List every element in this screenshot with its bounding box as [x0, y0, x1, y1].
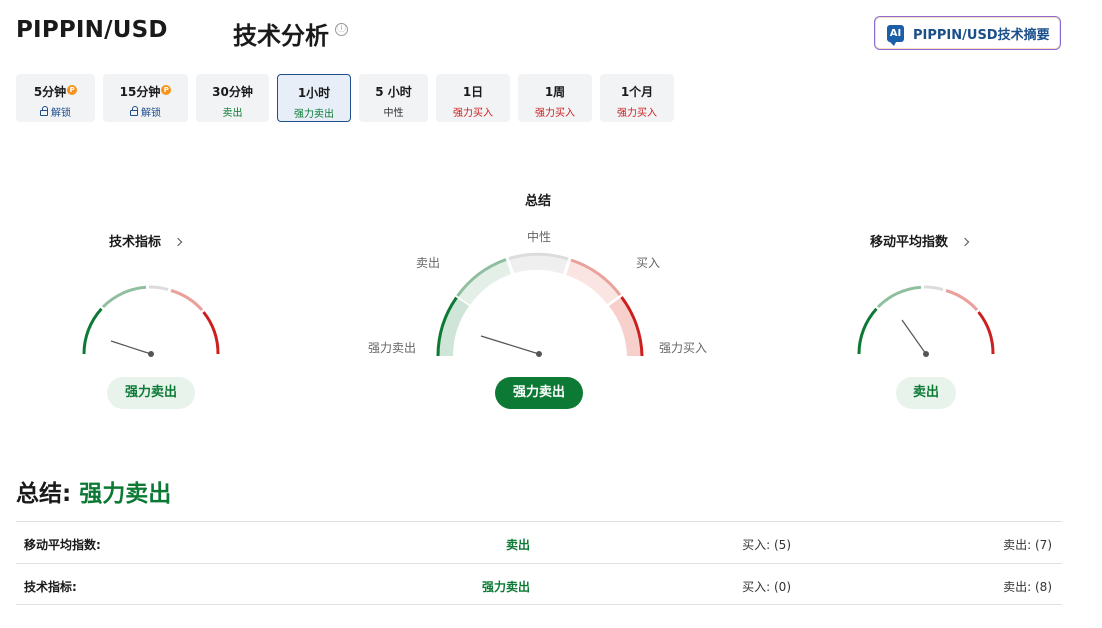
- header: PIPPIN/USD 技术分析 ⓘ AI PIPPIN/USD技术摘要: [16, 14, 1062, 54]
- summary-gauge-title: 总结: [525, 194, 552, 209]
- moving-average-gauge: [857, 285, 995, 357]
- pro-icon: P: [161, 85, 172, 95]
- tab-status: 强力买入: [617, 108, 657, 119]
- info-icon[interactable]: ⓘ: [335, 23, 348, 36]
- tab-label: 15分钟: [119, 85, 161, 99]
- tab-5hour[interactable]: 5 小时 中性: [359, 74, 428, 122]
- tab-status: 解锁: [141, 108, 161, 119]
- gauge-label-neutral: 中性: [527, 230, 552, 244]
- ai-summary-button[interactable]: AI PIPPIN/USD技术摘要: [874, 16, 1061, 50]
- summary-label: 总结:: [16, 481, 72, 507]
- technical-gauge: [82, 285, 220, 357]
- gauge-needle: [901, 319, 927, 355]
- tab-label: 1个月: [620, 85, 654, 99]
- tab-1hour[interactable]: 1小时 强力卖出: [277, 74, 351, 122]
- tab-label: 5 小时: [375, 85, 412, 99]
- tab-status: 中性: [383, 108, 404, 119]
- pair-title: PIPPIN/USD: [16, 17, 168, 43]
- needle-pivot: [148, 351, 154, 357]
- table-row: 技术指标: 强力卖出 买入: (0) 卖出: (8): [16, 563, 1062, 605]
- timeframe-tabs: 5分钟 P 解锁 15分钟 P 解锁 30分钟 卖出 1小时 强力卖出 5 小时 中…: [16, 74, 676, 122]
- moving-average-gauge-title[interactable]: 移动平均指数: [870, 231, 970, 250]
- moving-average-result-badge: 卖出: [896, 377, 956, 409]
- tab-1week[interactable]: 1周 强力买入: [518, 74, 592, 122]
- tab-status: 强力卖出: [294, 109, 334, 120]
- row-name: 技术指标:: [24, 580, 77, 594]
- tab-status: 强力买入: [453, 108, 493, 119]
- row-signal: 卖出: [505, 538, 530, 552]
- summary-value: 强力卖出: [79, 481, 172, 507]
- table-row: 移动平均指数: 卖出 买入: (5) 卖出: (7): [16, 521, 1062, 563]
- ai-summary-label: PIPPIN/USD技术摘要: [913, 27, 1050, 43]
- tab-label: 1日: [462, 85, 484, 99]
- technical-gauge-title[interactable]: 技术指标: [109, 231, 183, 250]
- tab-1month[interactable]: 1个月 强力买入: [600, 74, 674, 122]
- tab-label: 5分钟: [33, 85, 67, 99]
- tab-1day[interactable]: 1日 强力买入: [436, 74, 510, 122]
- ai-icon: AI: [887, 24, 904, 46]
- chevron-right-icon: [173, 237, 183, 247]
- gauge-label-strong-sell: 强力卖出: [368, 341, 417, 355]
- pro-icon: P: [67, 85, 78, 95]
- row-buy-count: 买入: (0): [742, 580, 791, 594]
- needle-pivot: [536, 351, 542, 357]
- row-buy-count: 买入: (5): [742, 538, 791, 552]
- row-sell-count: 卖出: (8): [1003, 580, 1052, 594]
- chevron-right-icon: [960, 237, 970, 247]
- section-title: 技术分析: [233, 22, 329, 50]
- tab-label: 30分钟: [212, 85, 253, 99]
- row-signal: 强力卖出: [481, 580, 530, 594]
- lock-icon: [130, 106, 138, 116]
- lock-icon: [40, 106, 48, 116]
- summary-heading: 总结: 强力卖出: [16, 474, 171, 508]
- gauge-needle: [480, 335, 540, 355]
- tab-status: 卖出: [222, 108, 243, 119]
- row-name: 移动平均指数:: [24, 538, 101, 552]
- tab-label: 1小时: [297, 86, 331, 100]
- summary-table: 移动平均指数: 卖出 买入: (5) 卖出: (7) 技术指标: 强力卖出 买入…: [16, 521, 1062, 605]
- tab-status: 强力买入: [535, 108, 575, 119]
- summary-gauge: [436, 252, 644, 357]
- tab-30min[interactable]: 30分钟 卖出: [196, 74, 269, 122]
- tab-status: 解锁: [51, 108, 71, 119]
- row-sell-count: 卖出: (7): [1003, 538, 1052, 552]
- needle-pivot: [923, 351, 929, 357]
- gauge-needle: [110, 340, 152, 355]
- technical-result-badge: 强力卖出: [107, 377, 195, 409]
- tab-5min[interactable]: 5分钟 P 解锁: [16, 74, 95, 122]
- tab-15min[interactable]: 15分钟 P 解锁: [103, 74, 188, 122]
- gauge-label-strong-buy: 强力买入: [659, 341, 708, 355]
- tab-label: 1周: [544, 85, 566, 99]
- summary-result-badge: 强力卖出: [495, 377, 583, 409]
